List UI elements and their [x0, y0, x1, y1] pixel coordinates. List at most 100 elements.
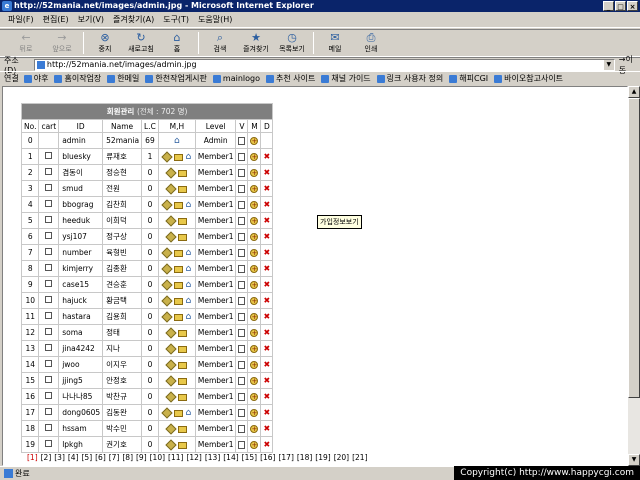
link-item[interactable]: 추천 사이트: [265, 73, 315, 84]
toolbar-forward-arrow-button[interactable]: → 앞으로: [44, 30, 80, 56]
delete-icon[interactable]: ✖: [263, 408, 270, 417]
home-icon[interactable]: ⌂: [184, 409, 193, 418]
view-info-icon[interactable]: [238, 249, 246, 257]
page-link-16[interactable]: [16]: [260, 453, 275, 462]
modify-icon[interactable]: +: [250, 329, 259, 337]
page-link-17[interactable]: [17]: [278, 453, 293, 462]
menu-item-1[interactable]: 편집(E): [43, 14, 69, 25]
modify-icon[interactable]: +: [250, 217, 259, 225]
close-button[interactable]: ×: [627, 1, 638, 11]
mail-icon[interactable]: [178, 393, 188, 401]
page-link-8[interactable]: [8]: [122, 453, 133, 462]
view-info-icon[interactable]: [238, 377, 246, 385]
menu-item-5[interactable]: 도움말(H): [198, 14, 232, 25]
page-link-5[interactable]: [5]: [82, 453, 93, 462]
cart-checkbox[interactable]: [45, 344, 53, 351]
link-item[interactable]: 홈이작업장: [54, 73, 101, 84]
modify-icon[interactable]: +: [250, 361, 259, 369]
view-info-icon[interactable]: [238, 185, 246, 193]
page-link-2[interactable]: [2]: [41, 453, 52, 462]
view-info-icon[interactable]: [238, 409, 246, 417]
link-item[interactable]: 한메일: [107, 73, 139, 84]
delete-icon[interactable]: ✖: [263, 152, 270, 161]
home-icon[interactable]: ⌂: [184, 281, 193, 290]
info-diamond-icon[interactable]: [161, 295, 173, 307]
home-icon[interactable]: ⌂: [172, 137, 181, 146]
page-link-12[interactable]: [12]: [186, 453, 201, 462]
delete-icon[interactable]: ✖: [263, 424, 270, 433]
page-link-19[interactable]: [19]: [315, 453, 330, 462]
delete-icon[interactable]: ✖: [263, 200, 270, 209]
modify-icon[interactable]: +: [250, 345, 259, 353]
cart-checkbox[interactable]: [45, 168, 53, 175]
modify-icon[interactable]: +: [250, 137, 259, 145]
toolbar-refresh-button[interactable]: ↻ 새로고침: [123, 30, 159, 56]
menu-item-2[interactable]: 보기(V): [78, 14, 104, 25]
view-info-icon[interactable]: [238, 425, 246, 433]
home-icon[interactable]: ⌂: [184, 265, 193, 274]
page-link-20[interactable]: [20]: [334, 453, 349, 462]
cart-checkbox[interactable]: [45, 392, 53, 399]
view-info-icon[interactable]: [238, 201, 246, 209]
cart-checkbox[interactable]: [45, 376, 53, 383]
page-link-15[interactable]: [15]: [242, 453, 257, 462]
info-diamond-icon[interactable]: [165, 375, 178, 387]
modify-icon[interactable]: +: [250, 185, 259, 193]
toolbar-back-arrow-button[interactable]: ← 뒤로: [8, 30, 44, 56]
info-diamond-icon[interactable]: [165, 327, 178, 339]
delete-icon[interactable]: ✖: [263, 248, 270, 257]
mail-icon[interactable]: [173, 265, 183, 273]
home-icon[interactable]: ⌂: [184, 201, 193, 210]
mail-icon[interactable]: [178, 425, 188, 433]
view-info-icon[interactable]: [238, 169, 246, 177]
info-diamond-icon[interactable]: [161, 279, 173, 291]
delete-icon[interactable]: ✖: [263, 360, 270, 369]
toolbar-history-button[interactable]: ◷ 목록보기: [274, 30, 310, 56]
mail-icon[interactable]: [173, 153, 183, 161]
info-diamond-icon[interactable]: [165, 359, 178, 371]
info-diamond-icon[interactable]: [161, 407, 173, 419]
modify-icon[interactable]: +: [250, 233, 259, 241]
modify-icon[interactable]: +: [250, 393, 259, 401]
modify-icon[interactable]: +: [250, 153, 259, 161]
modify-icon[interactable]: +: [250, 281, 259, 289]
view-info-icon[interactable]: [238, 153, 246, 161]
page-link-14[interactable]: [14]: [223, 453, 238, 462]
mail-icon[interactable]: [173, 409, 183, 417]
link-item[interactable]: 야후: [23, 73, 48, 84]
page-link-10[interactable]: [10]: [150, 453, 165, 462]
cart-checkbox[interactable]: [45, 296, 53, 303]
info-diamond-icon[interactable]: [161, 199, 173, 211]
scroll-up-button[interactable]: ▲: [628, 86, 640, 98]
delete-icon[interactable]: ✖: [263, 280, 270, 289]
modify-icon[interactable]: +: [250, 409, 259, 417]
delete-icon[interactable]: ✖: [263, 184, 270, 193]
cart-checkbox[interactable]: [45, 312, 53, 319]
info-diamond-icon[interactable]: [161, 263, 173, 275]
delete-icon[interactable]: ✖: [263, 168, 270, 177]
cart-checkbox[interactable]: [45, 440, 53, 447]
toolbar-home-button[interactable]: ⌂ 홈: [159, 30, 195, 56]
mail-icon[interactable]: [173, 281, 183, 289]
cart-checkbox[interactable]: [45, 328, 53, 335]
info-diamond-icon[interactable]: [165, 391, 178, 403]
menu-item-3[interactable]: 즐겨찾기(A): [113, 14, 154, 25]
page-link-11[interactable]: [11]: [168, 453, 183, 462]
link-item[interactable]: 채널 가이드: [321, 73, 371, 84]
modify-icon[interactable]: +: [250, 249, 259, 257]
view-info-icon[interactable]: [238, 297, 246, 305]
modify-icon[interactable]: +: [250, 169, 259, 177]
toolbar-print-button[interactable]: ⎙ 인쇄: [353, 30, 389, 56]
page-link-18[interactable]: [18]: [297, 453, 312, 462]
cart-checkbox[interactable]: [45, 200, 53, 207]
page-link-1[interactable]: [1]: [27, 453, 38, 462]
delete-icon[interactable]: ✖: [263, 328, 270, 337]
maximize-button[interactable]: □: [615, 1, 626, 11]
delete-icon[interactable]: ✖: [263, 264, 270, 273]
delete-icon[interactable]: ✖: [263, 344, 270, 353]
cart-checkbox[interactable]: [45, 408, 53, 415]
home-icon[interactable]: ⌂: [184, 313, 193, 322]
home-icon[interactable]: ⌂: [184, 153, 193, 162]
mail-icon[interactable]: [178, 361, 188, 369]
modify-icon[interactable]: +: [250, 201, 259, 209]
